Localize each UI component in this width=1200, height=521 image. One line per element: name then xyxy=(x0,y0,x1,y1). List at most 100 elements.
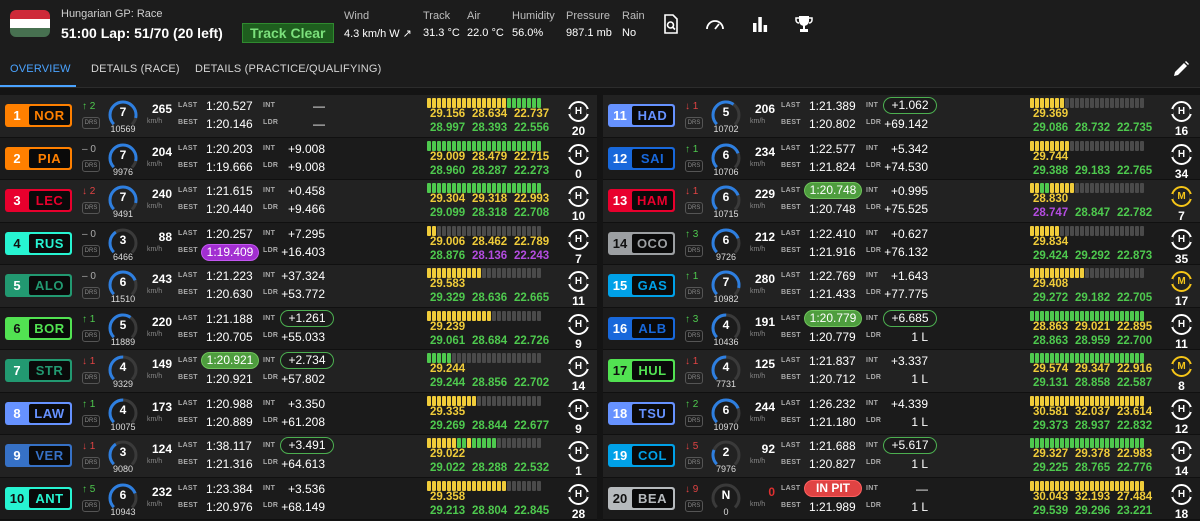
tyre-compound-icon: H xyxy=(567,186,590,207)
trophy-icon[interactable] xyxy=(794,14,814,34)
tyre-age: 1 xyxy=(575,464,582,478)
minisector xyxy=(467,395,471,406)
speed-unit: km/h xyxy=(147,288,163,295)
driver-row[interactable]: 19 COL ↓ 5 DRS 2 7976 92 km/h LAST BEST 1:21.688 1:… xyxy=(603,435,1200,478)
driver-row[interactable]: 18 TSU ↑ 2 DRS 6 10970 244 km/h LAST BEST 1:26.232… xyxy=(603,392,1200,436)
driver-badge[interactable]: 18 TSU xyxy=(608,401,675,425)
minisector-bar xyxy=(427,140,541,151)
driver-row[interactable]: 4 RUS – 0 DRS 3 6466 88 km/h LAST BEST 1:20.257 1:1… xyxy=(0,222,597,266)
driver-badge[interactable]: 1 NOR xyxy=(5,104,72,127)
minisector xyxy=(472,183,476,193)
minisector xyxy=(442,310,446,321)
minisector xyxy=(507,268,511,278)
driver-badge[interactable]: 7 STR xyxy=(5,359,72,382)
tab-overview[interactable]: OVERVIEW xyxy=(10,63,71,75)
driver-badge[interactable]: 15 GAS xyxy=(608,274,675,297)
driver-row[interactable]: 17 HUL ↓ 1 DRS 4 7731 125 km/h LAST BEST 1:21.837 1… xyxy=(603,350,1200,393)
best-sector-1: 29.244 xyxy=(430,377,466,389)
search-document-icon[interactable] xyxy=(661,14,681,34)
minisector xyxy=(432,268,436,278)
driver-badge[interactable]: 9 VER xyxy=(5,444,72,467)
sector-3-time: 22.983 xyxy=(1117,448,1153,460)
driver-row[interactable]: 2 PIA – 0 DRS 7 9976 204 km/h LAST BEST 1:20.203 1:… xyxy=(0,137,597,181)
minisector xyxy=(1095,98,1099,108)
minisector xyxy=(1135,438,1139,448)
minisector-bar xyxy=(427,98,541,108)
last-label: LAST xyxy=(781,314,801,322)
driver-row[interactable]: 20 BEA ↓ 9 DRS N 0 0 km/h LAST BEST IN PIT 1:21.989… xyxy=(603,477,1200,521)
driver-row[interactable]: 7 STR ↓ 1 DRS 4 9329 149 km/h LAST BEST 1:20.921 1:… xyxy=(0,350,597,393)
minisector xyxy=(477,225,481,236)
best-label: BEST xyxy=(178,374,198,381)
last-label: LAST xyxy=(781,399,801,407)
best-lap-time: 1:20.748 xyxy=(809,202,856,216)
driver-row[interactable]: 12 SAI ↑ 1 DRS 6 10706 234 km/h LAST BEST 1:22.577… xyxy=(603,137,1200,181)
driver-badge[interactable]: 17 HUL xyxy=(608,359,675,382)
driver-row[interactable]: 13 HAM ↓ 1 DRS 6 10715 229 km/h LAST BEST 1:20.748… xyxy=(603,180,1200,223)
leader-label: LDR xyxy=(866,204,882,211)
sector-1-time: 30.043 xyxy=(1033,490,1069,503)
driver-row[interactable]: 3 LEC ↓ 2 DRS 7 9491 240 km/h LAST BEST 1:21.615 1:… xyxy=(0,180,597,223)
driver-row[interactable]: 8 LAW ↑ 1 DRS 4 10075 173 km/h LAST BEST 1:20.988 1… xyxy=(0,392,597,436)
driver-row[interactable]: 15 GAS ↑ 1 DRS 7 10982 280 km/h LAST BEST 1:22.769… xyxy=(603,265,1200,308)
driver-badge[interactable]: 13 HAM xyxy=(608,189,675,212)
driver-row[interactable]: 10 ANT ↑ 5 DRS 6 10943 232 km/h LAST BEST 1:23.384… xyxy=(0,477,597,521)
best-label: BEST xyxy=(178,501,198,509)
last-lap-time: 1:20.921 xyxy=(201,352,259,369)
driver-badge[interactable]: 8 LAW xyxy=(5,401,72,425)
driver-row[interactable]: 14 OCO ↑ 3 DRS 6 9726 212 km/h LAST BEST 1:22.410 1… xyxy=(603,222,1200,266)
bar-chart-icon[interactable] xyxy=(750,14,770,34)
driver-badge[interactable]: 5 ALO xyxy=(5,274,72,297)
interval-gap: +5.617 xyxy=(883,437,937,454)
minisector xyxy=(477,98,481,108)
driver-code: LEC xyxy=(29,191,70,210)
minisector xyxy=(1115,225,1119,236)
driver-row[interactable]: 6 BOR ↑ 1 DRS 5 11889 220 km/h LAST BEST 1:21.188 1… xyxy=(0,307,597,351)
minisector xyxy=(1030,225,1034,236)
driver-badge[interactable]: 3 LEC xyxy=(5,189,72,212)
speed-value: 220 xyxy=(151,314,172,329)
driver-row[interactable]: 1 NOR ↑ 2 DRS 7 10569 265 km/h LAST BEST 1:20.527 1… xyxy=(0,95,597,138)
drs-indicator: DRS xyxy=(685,287,703,299)
driver-badge[interactable]: 10 ANT xyxy=(5,486,72,510)
speed-value: 229 xyxy=(754,187,775,201)
minisector xyxy=(497,438,501,448)
driver-badge[interactable]: 19 COL xyxy=(608,444,675,467)
tab-details-race[interactable]: DETAILS (RACE) xyxy=(91,63,180,75)
driver-row[interactable]: 9 VER ↓ 1 DRS 3 9080 124 km/h LAST BEST 1:38.117 1:… xyxy=(0,435,597,478)
minisector xyxy=(1130,225,1134,236)
minisector xyxy=(1130,480,1134,491)
tab-details-practice-qualifying[interactable]: DETAILS (PRACTICE/QUALIFYING) xyxy=(195,63,382,75)
driver-badge[interactable]: 20 BEA xyxy=(608,486,675,510)
minisector xyxy=(1115,480,1119,491)
sector-1-time: 29.744 xyxy=(1033,150,1069,163)
minisector xyxy=(1055,183,1059,193)
driver-badge[interactable]: 2 PIA xyxy=(5,146,72,170)
minisector xyxy=(1055,98,1059,108)
minisector xyxy=(462,140,466,151)
interval-label: INT xyxy=(866,144,879,152)
minisector-bar xyxy=(427,353,541,363)
minisector xyxy=(497,225,501,236)
driver-badge[interactable]: 6 BOR xyxy=(5,316,72,340)
driver-badge[interactable]: 14 OCO xyxy=(608,231,675,255)
driver-badge[interactable]: 11 HAD xyxy=(608,104,675,127)
edit-pencil-icon[interactable] xyxy=(1172,60,1190,78)
leader-gap: 1 L xyxy=(911,457,928,471)
driver-row[interactable]: 11 HAD ↓ 1 DRS 5 10702 206 km/h LAST BEST 1:21.389… xyxy=(603,95,1200,138)
minisector xyxy=(1080,225,1084,236)
driver-badge[interactable]: 4 RUS xyxy=(5,231,72,255)
interval-gap: — xyxy=(916,481,928,496)
minisector xyxy=(477,310,481,321)
driver-row[interactable]: 16 ALB ↑ 3 DRS 4 10436 191 km/h LAST BEST 1:20.779… xyxy=(603,307,1200,351)
leader-gap: +69.142 xyxy=(884,117,928,131)
standings-right: 11 HAD ↓ 1 DRS 5 10702 206 km/h LAST BEST 1:21.389… xyxy=(603,95,1200,521)
driver-badge[interactable]: 16 ALB xyxy=(608,316,675,340)
minisector xyxy=(1075,225,1079,236)
driver-badge[interactable]: 12 SAI xyxy=(608,146,675,170)
driver-row[interactable]: 5 ALO – 0 DRS 6 11510 243 km/h LAST BEST 1:21.223 1… xyxy=(0,265,597,308)
last-label: LAST xyxy=(781,144,801,152)
minisector xyxy=(1125,183,1129,193)
minisector xyxy=(482,225,486,236)
gauge-icon[interactable] xyxy=(705,14,725,34)
